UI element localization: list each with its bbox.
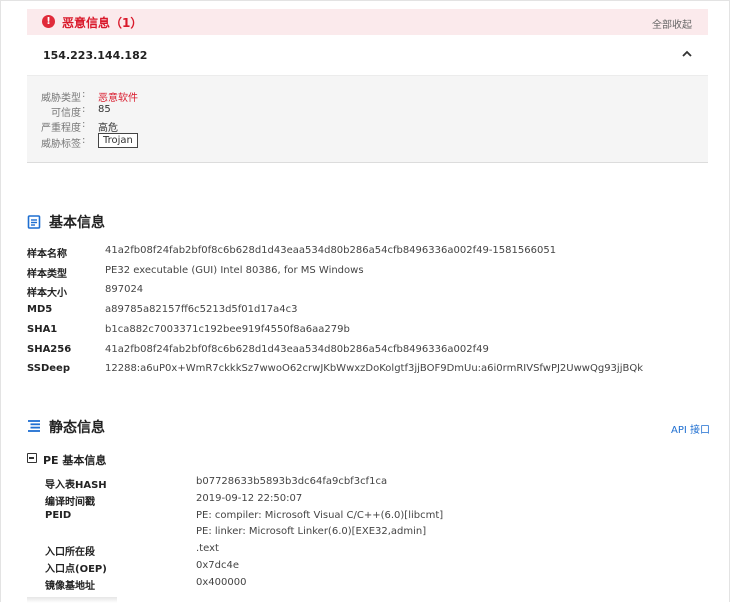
basic-value: 897024: [105, 284, 144, 295]
list-icon: [28, 420, 40, 432]
basic-key: 样本大小: [27, 288, 67, 299]
basic-value: PE32 executable (GUI) Intel 80386, for M…: [105, 265, 364, 276]
chevron-up-icon[interactable]: [682, 49, 692, 59]
document-icon: [27, 215, 41, 229]
threat-tag[interactable]: Trojan: [98, 133, 138, 148]
pe-key: 导入表HASH: [45, 480, 107, 491]
pe-key: PEID: [45, 510, 72, 521]
basic-key: SHA256: [27, 344, 72, 355]
alert-circle-icon: !: [42, 15, 55, 28]
pe-value: 0x400000: [196, 577, 247, 588]
collapse-square-icon[interactable]: [27, 453, 37, 463]
static-info-title: 静态信息: [49, 420, 105, 436]
basic-value: b1ca882c7003371c192bee919f4550f8a6aa279b: [105, 324, 350, 335]
indicator-row[interactable]: 154.223.144.182: [27, 37, 708, 76]
basic-value: 41a2fb08f24fab2bf0f8c6b628d1d43eaa534d80…: [105, 245, 557, 256]
basic-key: 样本名称: [27, 249, 67, 260]
severity-value: 高危: [98, 123, 118, 134]
threat-type-value: 恶意软件: [98, 93, 138, 104]
pe-value: 0x7dc4e: [196, 560, 240, 571]
pe-value: b07728633b5893b3dc64fa9cbf3cf1ca: [196, 476, 388, 487]
pe-basic-info-title: PE 基本信息: [43, 454, 107, 467]
indicator-ip: 154.223.144.182: [43, 49, 148, 62]
pe-key: 镜像基地址: [45, 581, 95, 592]
threat-tags-label: 威胁标签: [41, 139, 81, 150]
pe-key: 入口点(OEP): [45, 564, 107, 575]
pe-key: 入口所在段: [45, 547, 95, 558]
confidence-label: 可信度: [51, 108, 81, 119]
severity-label: 严重程度: [41, 123, 81, 134]
basic-value: 41a2fb08f24fab2bf0f8c6b628d1d43eaa534d80…: [105, 344, 489, 355]
threat-detail-panel: 威胁类型 : 恶意软件 可信度 : 85 严重程度 : 高危 威胁标签 : Tr…: [27, 76, 708, 163]
threat-type-label: 威胁类型: [41, 93, 81, 104]
basic-value: a89785a82157ff6c5213d5f01d17a4c3: [105, 304, 298, 315]
basic-key: SHA1: [27, 324, 58, 335]
malicious-info-title: 恶意信息（1）: [62, 16, 143, 30]
basic-key: SSDeep: [27, 363, 70, 374]
confidence-value: 85: [98, 104, 111, 115]
api-link[interactable]: API 接口: [671, 421, 710, 436]
pe-value: 2019-09-12 22:50:07: [196, 493, 303, 504]
pe-value: PE: compiler: Microsoft Visual C/C++(6.0…: [196, 510, 444, 521]
basic-info-title: 基本信息: [49, 215, 105, 231]
malicious-info-header[interactable]: ! 恶意信息（1） 全部收起: [27, 9, 708, 35]
collapse-all-link[interactable]: 全部收起: [652, 16, 692, 31]
next-section-edge: [27, 597, 117, 603]
pe-value: PE: linker: Microsoft Linker(6.0)[EXE32,…: [196, 526, 427, 537]
pe-value: .text: [196, 543, 219, 554]
basic-key: MD5: [27, 304, 53, 315]
basic-value: 12288:a6uP0x+WmR7ckkkSz7wwoO62crwJKbWwxz…: [105, 363, 643, 374]
pe-key: 编译时间戳: [45, 497, 95, 508]
basic-key: 样本类型: [27, 269, 67, 280]
